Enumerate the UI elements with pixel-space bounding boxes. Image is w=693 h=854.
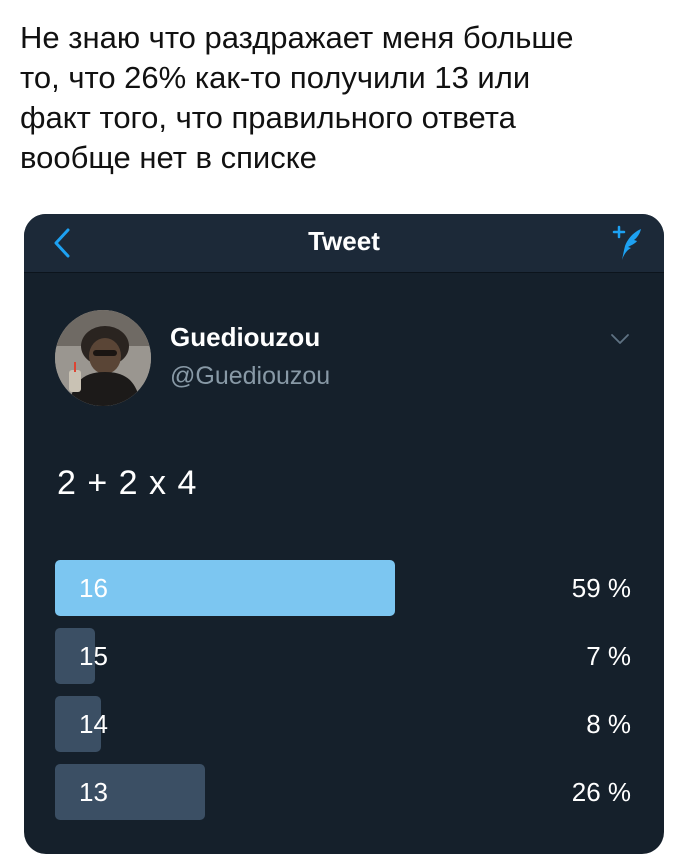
poll-option-label: 16 [79, 573, 108, 603]
user-photo [55, 310, 151, 406]
caption-line: то, что 26% как-то получили 13 или [20, 60, 531, 95]
poll-option: 14 8 % [55, 696, 631, 752]
poll-option-label: 14 [79, 709, 108, 739]
caption-line: факт того, что правильного ответа [20, 100, 516, 135]
poll-option-percent: 8 % [586, 709, 631, 739]
poll-option-label: 15 [79, 641, 108, 671]
page-title: Tweet [308, 226, 380, 256]
tweet-text: 2 + 2 x 4 [57, 464, 198, 502]
user-handle[interactable]: @Guediouzou [170, 362, 330, 391]
compose-tweet-icon[interactable] [610, 224, 644, 262]
caption-line: Не знаю что раздражает меня больше [20, 20, 574, 55]
poll-option-label: 13 [79, 777, 108, 807]
poll-option: 16 59 % [55, 560, 631, 616]
display-name[interactable]: Guediouzou [170, 322, 320, 353]
poll-option-percent: 7 % [586, 641, 631, 671]
caption-line: вообще нет в списке [20, 140, 317, 175]
poll-option-percent: 59 % [571, 573, 631, 603]
navigation-bar: Tweet [24, 214, 664, 273]
poll-option: 13 26 % [55, 764, 631, 820]
chevron-down-icon[interactable] [610, 332, 630, 346]
avatar[interactable] [55, 310, 151, 406]
tweet-screenshot: Tweet Guediouzou @Guediouzou 2 + 2 x 4 1… [24, 214, 664, 854]
poll-result-bar [55, 764, 205, 820]
meme-caption: Не знаю что раздражает меня больше то, ч… [20, 18, 680, 178]
poll-option: 15 7 % [55, 628, 631, 684]
poll-option-percent: 26 % [571, 777, 631, 807]
